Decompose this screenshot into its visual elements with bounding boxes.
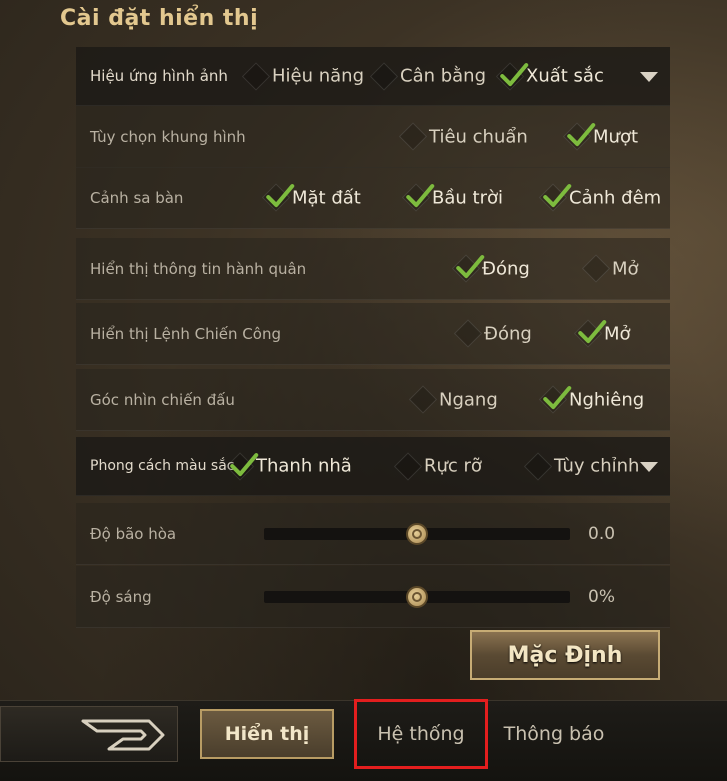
row-sandbox-scene: Cảnh sa bàn Mặt đất Bầu trời Cảnh đêm (76, 167, 670, 229)
tab-display[interactable]: Hiển thị (200, 709, 334, 759)
row-battle-order: Hiển thị Lệnh Chiến Công Đóng Mở (76, 303, 670, 365)
option-ground[interactable]: Mặt đất (261, 183, 361, 212)
saturation-slider[interactable] (264, 522, 570, 545)
chevron-down-icon[interactable] (640, 72, 658, 82)
check-icon (543, 184, 572, 208)
option-tilted[interactable]: Nghiêng (538, 385, 645, 414)
radio-diamond-icon (562, 122, 596, 151)
back-arrow-icon (81, 719, 165, 751)
row-brightness: Độ sáng 0% (76, 566, 670, 628)
checkbox-diamond-icon (538, 183, 572, 212)
color-style-label: Phong cách màu sắc (90, 458, 235, 474)
row-saturation: Độ bão hòa 0.0 (76, 503, 670, 565)
radio-diamond-icon (369, 61, 399, 91)
option-battle-off[interactable]: Đóng (453, 319, 532, 348)
row-color-style: Phong cách màu sắc Thanh nhã Rực rỡ Tùy … (76, 437, 670, 496)
radio-diamond-icon (451, 254, 485, 283)
option-label: Cảnh đêm (569, 187, 662, 208)
radio-diamond-icon (241, 61, 271, 91)
row-march-info: Hiển thị thông tin hành quân Đóng Mở (76, 238, 670, 300)
option-label: Bầu trời (432, 187, 503, 208)
option-label: Đóng (484, 323, 532, 344)
tab-notification[interactable]: Thông báo (496, 709, 612, 759)
option-label: Đóng (482, 258, 530, 279)
option-performance[interactable]: Hiệu năng (241, 61, 365, 91)
row-frame-option: Tùy chọn khung hình Tiêu chuẩn Mượt (76, 106, 670, 168)
chevron-down-icon[interactable] (640, 462, 658, 472)
option-label: Xuất sắc (526, 65, 604, 87)
brightness-value: 0% (588, 586, 615, 607)
check-icon (500, 62, 529, 86)
slider-thumb[interactable] (406, 585, 428, 608)
check-icon (456, 255, 485, 279)
option-elegant[interactable]: Thanh nhã (225, 451, 352, 481)
option-label: Cân bằng (400, 65, 487, 87)
option-sky[interactable]: Bầu trời (401, 183, 503, 212)
radio-diamond-icon (523, 451, 553, 481)
saturation-label: Độ bão hòa (90, 524, 177, 543)
option-night[interactable]: Cảnh đêm (538, 183, 662, 212)
option-label: Hiệu năng (272, 65, 365, 87)
sandbox-scene-label: Cảnh sa bàn (90, 188, 184, 207)
option-march-on[interactable]: Mở (581, 254, 639, 283)
radio-diamond-icon (398, 122, 428, 151)
highlight-box (354, 699, 488, 769)
option-vivid[interactable]: Rực rỡ (393, 451, 482, 481)
radio-diamond-icon (573, 319, 607, 348)
check-icon (230, 452, 259, 476)
option-battle-on[interactable]: Mở (573, 319, 631, 348)
radio-diamond-icon (495, 61, 529, 91)
option-label: Mặt đất (292, 187, 361, 208)
combat-view-label: Góc nhìn chiến đấu (90, 390, 235, 409)
radio-diamond-icon (581, 254, 611, 283)
slider-thumb[interactable] (406, 522, 428, 545)
image-effect-label: Hiệu ứng hình ảnh (90, 67, 228, 85)
option-horizontal[interactable]: Ngang (408, 385, 498, 414)
radio-diamond-icon (408, 385, 438, 414)
default-button[interactable]: Mặc Định (470, 630, 660, 680)
option-balanced[interactable]: Cân bằng (369, 61, 487, 91)
battle-order-label: Hiển thị Lệnh Chiến Công (90, 324, 281, 343)
option-label: Tiêu chuẩn (429, 126, 528, 147)
row-combat-view: Góc nhìn chiến đấu Ngang Nghiêng (76, 369, 670, 431)
checkbox-diamond-icon (261, 183, 295, 212)
option-march-off[interactable]: Đóng (451, 254, 530, 283)
option-label: Mở (604, 323, 631, 344)
option-smooth[interactable]: Mượt (562, 122, 639, 151)
option-label: Mượt (593, 126, 639, 147)
radio-diamond-icon (538, 385, 572, 414)
option-standard[interactable]: Tiêu chuẩn (398, 122, 528, 151)
row-image-effect: Hiệu ứng hình ảnh Hiệu năng Cân bằng Xuấ… (76, 47, 670, 106)
check-icon (567, 123, 596, 147)
check-icon (543, 386, 572, 410)
brightness-label: Độ sáng (90, 587, 152, 606)
page-title: Cài đặt hiển thị (60, 6, 259, 31)
checkbox-diamond-icon (401, 183, 435, 212)
option-label: Tùy chỉnh (554, 455, 640, 477)
option-label: Nghiêng (569, 389, 645, 410)
option-excellent[interactable]: Xuất sắc (495, 61, 604, 91)
check-icon (266, 184, 295, 208)
back-button[interactable] (0, 706, 178, 762)
check-icon (578, 320, 607, 344)
option-label: Rực rỡ (424, 455, 482, 477)
saturation-value: 0.0 (588, 523, 616, 544)
option-label: Thanh nhã (256, 455, 352, 477)
option-custom[interactable]: Tùy chỉnh (523, 451, 640, 481)
radio-diamond-icon (393, 451, 423, 481)
option-label: Mở (612, 258, 639, 279)
check-icon (406, 184, 435, 208)
frame-option-label: Tùy chọn khung hình (90, 127, 246, 146)
radio-diamond-icon (225, 451, 259, 481)
radio-diamond-icon (453, 319, 483, 348)
option-label: Ngang (439, 389, 498, 410)
march-info-label: Hiển thị thông tin hành quân (90, 259, 307, 278)
brightness-slider[interactable] (264, 585, 570, 608)
